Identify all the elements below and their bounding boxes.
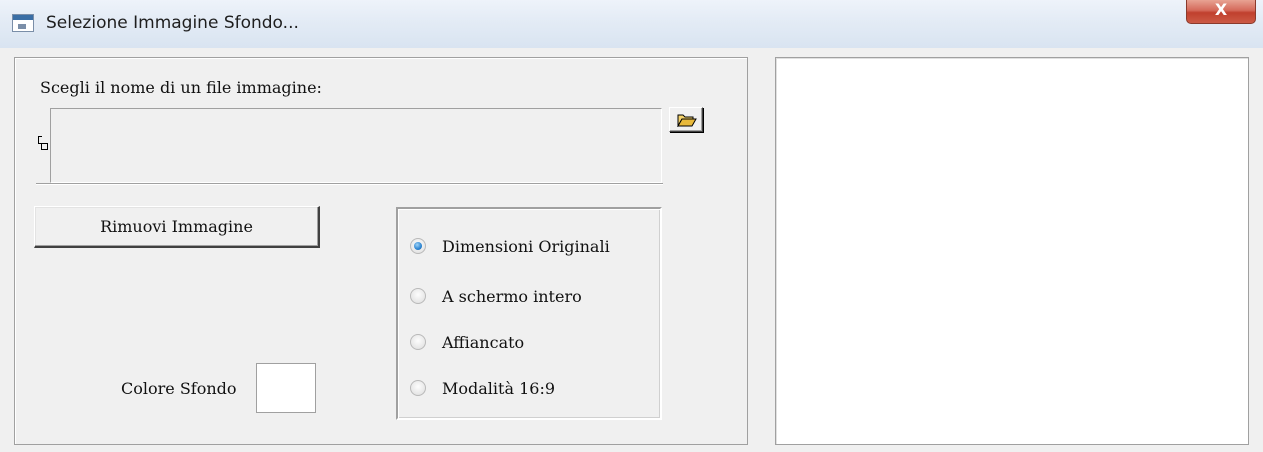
window-title: Selezione Immagine Sfondo... (46, 13, 299, 33)
app-window-icon (12, 14, 34, 32)
background-color-label: Colore Sfondo (121, 379, 237, 398)
radio-fullscreen[interactable]: A schermo intero (410, 286, 650, 308)
close-button[interactable]: X (1186, 0, 1256, 24)
radio-label: Affiancato (442, 333, 525, 352)
radio-label: A schermo intero (442, 287, 582, 306)
title-bar: Selezione Immagine Sfondo... X (0, 0, 1263, 48)
radio-16-9[interactable]: Modalità 16:9 (410, 378, 650, 400)
radio-label: Dimensioni Originali (442, 237, 610, 256)
radio-button[interactable] (410, 334, 426, 350)
close-icon[interactable]: X (1215, 0, 1227, 19)
radio-tiled[interactable]: Affiancato (410, 332, 650, 354)
background-color-swatch[interactable] (256, 363, 316, 413)
radio-button-checked[interactable] (410, 238, 426, 254)
radio-button[interactable] (410, 288, 426, 304)
folder-open-icon (677, 114, 697, 127)
handle-icon (38, 136, 48, 150)
browse-button[interactable] (669, 107, 703, 132)
image-preview (775, 57, 1249, 445)
file-name-field[interactable] (50, 108, 662, 183)
field-divider (36, 183, 663, 185)
radio-button[interactable] (410, 380, 426, 396)
radio-original-size[interactable]: Dimensioni Originali (410, 236, 650, 258)
file-name-label: Scegli il nome di un file immagine: (40, 78, 322, 97)
remove-image-button[interactable]: Rimuovi Immagine (34, 206, 320, 248)
radio-label: Modalità 16:9 (442, 379, 556, 398)
